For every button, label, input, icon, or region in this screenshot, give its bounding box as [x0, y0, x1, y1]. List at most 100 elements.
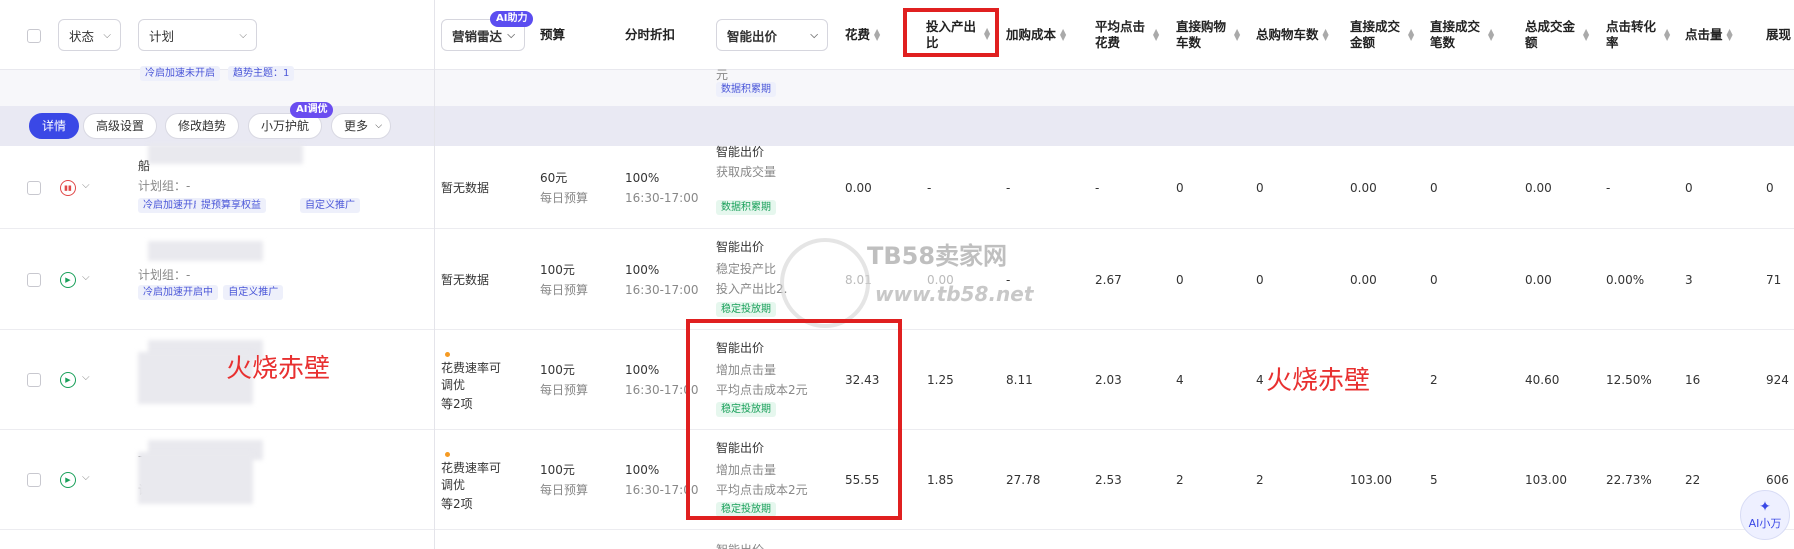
play-icon[interactable]: ▶ [60, 372, 76, 388]
more-button[interactable]: 更多 ⌵ [331, 113, 392, 139]
chevron-down-icon[interactable]: ⌵ [82, 180, 90, 191]
metric-ctr: - [1606, 180, 1611, 195]
col-ctr[interactable]: 点击转化率 ▲ ▼ [1606, 0, 1676, 70]
radar-text[interactable]: 花费速率可调优 [441, 360, 511, 394]
radar-text[interactable]: 花费速率可调优 [441, 460, 511, 494]
radar-more[interactable]: 等2项 [441, 494, 473, 514]
metric-direct-amount: 103.00 [1350, 473, 1392, 487]
sort-icon: ▲ ▼ [1726, 27, 1733, 42]
sort-icon: ▲ ▼ [874, 27, 881, 42]
metric-clicks: 16 [1685, 373, 1701, 387]
metric-roi: - [927, 180, 932, 195]
col-impressions[interactable]: 展现 [1766, 0, 1791, 70]
plan-filter-select[interactable]: 计划 ⌵ [138, 19, 257, 51]
chevron-down-icon: ⌵ [239, 30, 247, 41]
metric-ctr: 12.50% [1606, 373, 1652, 387]
bid-goal: 稳定投产比 [716, 262, 777, 276]
metric-direct-cart: 0 [1176, 180, 1184, 195]
trend-tag: 趋势主题：1 [228, 66, 295, 81]
smart-bid-select[interactable]: 智能出价 ⌵ [716, 19, 828, 51]
metric-clicks: 0 [1685, 180, 1693, 195]
metric-direct-cart: 2 [1176, 473, 1184, 487]
col-budget: 预算 [540, 27, 566, 42]
ai-tune-badge: AI调优 [290, 102, 334, 118]
metric-total-amount: 0.00 [1525, 180, 1552, 195]
row-checkbox[interactable] [27, 473, 41, 487]
smart-bid-highlight-box [686, 319, 902, 520]
metric-roi: 1.25 [927, 373, 954, 387]
discount-time: 16:30-17:00 [625, 282, 699, 297]
plan-name-redacted [148, 144, 303, 164]
more-label: 更多 [344, 119, 369, 133]
metric-avg-click: 2.67 [1095, 272, 1122, 287]
sort-icon: ▲ ▼ [1322, 27, 1329, 42]
discount-value: 100% [625, 262, 660, 277]
plan-name-redacted [148, 241, 263, 261]
col-cart-cost[interactable]: 加购成本 ▲ ▼ [1006, 0, 1067, 70]
select-all-checkbox[interactable] [27, 29, 41, 43]
chevron-down-icon[interactable]: ⌵ [82, 372, 90, 383]
metric-direct-orders: 0 [1430, 272, 1438, 287]
play-icon[interactable]: ▶ [60, 472, 76, 488]
modify-trend-button[interactable]: 修改趋势 [165, 113, 240, 139]
plan-filter-label: 计划 [149, 28, 175, 44]
chevron-down-icon: ⌵ [375, 121, 383, 131]
alert-dot-icon [445, 352, 450, 357]
metric-total-amount: 103.00 [1525, 473, 1567, 487]
status-filter-select[interactable]: 状态 ⌵ [58, 19, 121, 51]
row-checkbox[interactable] [27, 272, 41, 287]
details-button[interactable]: 详情 [29, 113, 80, 139]
metric-direct-cart: 4 [1176, 373, 1184, 387]
bid-goal: 获取成交量 [716, 165, 777, 179]
radar-text: 暂无数据 [441, 180, 490, 195]
pause-icon[interactable]: ▮▮ [60, 179, 76, 196]
discount-value: 100% [625, 363, 660, 377]
plan-tag: 冷启加速开启中 [138, 285, 218, 300]
radar-more[interactable]: 等2项 [441, 394, 473, 414]
ai-assistant-button[interactable]: ✦ AI小万 [1740, 490, 1790, 540]
col-avg-click-cost[interactable]: 平均点击花费 ▲ ▼ [1095, 0, 1165, 70]
metric-total-cart: 0 [1256, 180, 1264, 195]
row-checkbox[interactable] [27, 180, 41, 195]
sort-icon: ▲ ▼ [1488, 27, 1495, 42]
metric-avg-click: - [1095, 180, 1100, 195]
col-cost[interactable]: 花费 ▲ ▼ [845, 0, 881, 70]
col-clicks[interactable]: 点击量 ▲ ▼ [1685, 0, 1734, 70]
plan-tag: 提预算享权益 [196, 198, 266, 213]
frozen-column-divider [434, 0, 435, 549]
budget-sub: 每日预算 [540, 383, 589, 397]
col-direct-orders[interactable]: 直接成交笔数 ▲ ▼ [1430, 0, 1500, 70]
sort-icon: ▲ ▼ [1664, 27, 1671, 42]
col-total-cart[interactable]: 总购物车数 ▲ ▼ [1256, 0, 1330, 70]
col-total-amount[interactable]: 总成交金额 ▲ ▼ [1525, 0, 1595, 70]
metric-cart-cost: - [1006, 180, 1011, 195]
metric-clicks: 3 [1685, 272, 1693, 287]
radar-text: 暂无数据 [441, 272, 490, 287]
col-direct-cart[interactable]: 直接购物车数 ▲ ▼ [1176, 0, 1246, 70]
metric-total-cart: 4 [1256, 373, 1264, 387]
annotation-text-right: 火烧赤壁 [1266, 366, 1371, 396]
chevron-down-icon[interactable]: ⌵ [82, 272, 90, 283]
row-checkbox[interactable] [27, 373, 41, 387]
sort-icon: ▲ ▼ [1408, 27, 1415, 42]
bid-title: 智能出价 [716, 240, 765, 254]
roi-highlight-box [903, 8, 999, 57]
sort-icon: ▲ ▼ [1583, 27, 1590, 42]
budget-value: 100元 [540, 463, 575, 477]
advanced-settings-button[interactable]: 高级设置 [83, 113, 158, 139]
metric-ctr: 22.73% [1606, 473, 1652, 487]
plan-tag: 自定义推广 [223, 285, 284, 300]
budget-sub: 每日预算 [540, 282, 589, 297]
status-filter-label: 状态 [69, 28, 95, 44]
col-direct-amount[interactable]: 直接成交金额 ▲ ▼ [1350, 0, 1420, 70]
metric-clicks: 22 [1685, 473, 1701, 487]
table-header: 状态 ⌵ 计划 ⌵ 营销雷达 ⌵ AI助力 预算 分时折扣 智能出价 ⌵ 花费 ▲… [0, 0, 1794, 70]
chevron-down-icon: ⌵ [103, 30, 111, 41]
metric-cart-cost: 8.11 [1006, 373, 1033, 387]
bid-stage-tag: 稳定投放期 [716, 302, 776, 317]
metric-avg-click: 2.03 [1095, 373, 1122, 387]
metric-direct-orders: 2 [1430, 373, 1438, 387]
chevron-down-icon[interactable]: ⌵ [82, 472, 90, 483]
play-icon[interactable]: ▶ [60, 271, 76, 288]
discount-time: 16:30-17:00 [625, 190, 699, 205]
